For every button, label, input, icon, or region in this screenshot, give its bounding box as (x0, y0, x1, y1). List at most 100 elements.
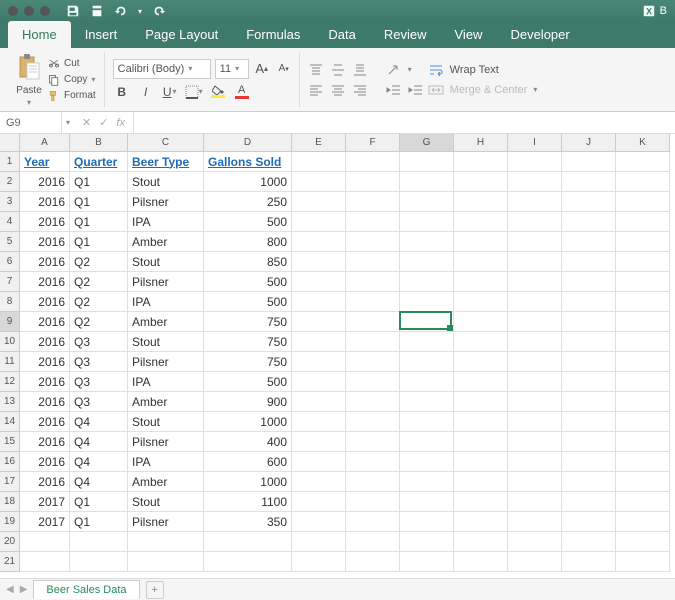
cell[interactable] (616, 272, 670, 292)
cell[interactable] (292, 232, 346, 252)
cell[interactable] (346, 552, 400, 572)
cell[interactable] (292, 492, 346, 512)
cell[interactable] (346, 492, 400, 512)
cell[interactable] (562, 452, 616, 472)
column-header[interactable]: I (508, 134, 562, 152)
cell[interactable] (292, 432, 346, 452)
cell[interactable] (292, 312, 346, 332)
fill-color-button[interactable] (209, 83, 227, 101)
cell[interactable] (616, 352, 670, 372)
name-box-dropdown[interactable]: ▾ (62, 118, 74, 127)
cell[interactable]: Q4 (70, 452, 128, 472)
cell[interactable] (400, 332, 454, 352)
align-center-icon[interactable] (330, 83, 346, 97)
cell[interactable]: Pilsner (128, 192, 204, 212)
cell[interactable] (346, 392, 400, 412)
cell[interactable] (292, 372, 346, 392)
decrease-indent-icon[interactable] (386, 83, 402, 97)
cell[interactable] (400, 372, 454, 392)
italic-button[interactable]: I (137, 83, 155, 101)
cell[interactable]: 2016 (20, 472, 70, 492)
cell[interactable]: 2016 (20, 412, 70, 432)
cell[interactable] (454, 392, 508, 412)
cell[interactable] (616, 252, 670, 272)
cell[interactable] (508, 412, 562, 432)
cell[interactable] (400, 192, 454, 212)
row-header[interactable]: 13 (0, 392, 20, 412)
underline-button[interactable]: U▾ (161, 83, 179, 101)
ribbon-tab-review[interactable]: Review (370, 21, 441, 48)
cut-button[interactable]: Cut (46, 57, 98, 71)
cell[interactable]: Q3 (70, 392, 128, 412)
cell[interactable]: Q3 (70, 372, 128, 392)
cell[interactable] (508, 292, 562, 312)
cell[interactable]: 2016 (20, 432, 70, 452)
merge-center-button[interactable]: Merge & Center ▾ (428, 83, 538, 97)
cell[interactable] (454, 412, 508, 432)
cell[interactable] (292, 532, 346, 552)
cell[interactable]: IPA (128, 212, 204, 232)
sheet-tab-active[interactable]: Beer Sales Data (33, 580, 139, 599)
cell[interactable] (508, 312, 562, 332)
cell[interactable] (454, 332, 508, 352)
cell[interactable] (454, 312, 508, 332)
row-header[interactable]: 3 (0, 192, 20, 212)
cell[interactable] (454, 512, 508, 532)
cell[interactable]: 2016 (20, 292, 70, 312)
cell[interactable] (346, 452, 400, 472)
cell[interactable] (454, 452, 508, 472)
cell[interactable]: Amber (128, 232, 204, 252)
cell[interactable] (292, 272, 346, 292)
column-header[interactable]: E (292, 134, 346, 152)
cell[interactable]: Q3 (70, 352, 128, 372)
cell[interactable]: Q3 (70, 332, 128, 352)
cancel-formula-icon[interactable]: ✕ (82, 116, 91, 129)
column-header[interactable]: A (20, 134, 70, 152)
cell[interactable] (346, 152, 400, 172)
column-header[interactable]: G (400, 134, 454, 152)
cell[interactable] (346, 272, 400, 292)
accept-formula-icon[interactable]: ✓ (99, 116, 108, 129)
cell[interactable] (128, 552, 204, 572)
cell[interactable] (346, 532, 400, 552)
cell[interactable] (346, 172, 400, 192)
cell[interactable] (292, 292, 346, 312)
cell[interactable]: Stout (128, 172, 204, 192)
row-header[interactable]: 17 (0, 472, 20, 492)
cell[interactable]: 2016 (20, 372, 70, 392)
zoom-window[interactable] (40, 6, 50, 16)
cell[interactable] (508, 352, 562, 372)
cell[interactable]: Q2 (70, 252, 128, 272)
cell[interactable] (400, 212, 454, 232)
cell[interactable] (70, 532, 128, 552)
row-header[interactable]: 15 (0, 432, 20, 452)
cell[interactable]: 250 (204, 192, 292, 212)
cell[interactable] (400, 392, 454, 412)
row-header[interactable]: 6 (0, 252, 20, 272)
row-header[interactable]: 7 (0, 272, 20, 292)
column-header[interactable]: J (562, 134, 616, 152)
cell[interactable] (346, 312, 400, 332)
name-box[interactable]: G9 (0, 112, 62, 133)
cell[interactable] (508, 472, 562, 492)
cell[interactable]: 850 (204, 252, 292, 272)
cell[interactable] (400, 472, 454, 492)
cell[interactable] (400, 272, 454, 292)
font-size-dropdown[interactable]: 11▾ (215, 59, 249, 79)
cell[interactable]: 2016 (20, 172, 70, 192)
save-alt-icon[interactable] (90, 4, 104, 18)
font-color-button[interactable]: A (233, 83, 251, 101)
cell[interactable] (562, 532, 616, 552)
redo-icon[interactable] (152, 4, 166, 18)
cell[interactable]: 2017 (20, 512, 70, 532)
cell[interactable]: Q2 (70, 272, 128, 292)
cell[interactable] (346, 332, 400, 352)
cell[interactable]: 1000 (204, 412, 292, 432)
align-middle-icon[interactable] (330, 63, 346, 77)
cell[interactable] (292, 452, 346, 472)
cell[interactable]: 500 (204, 272, 292, 292)
ribbon-tab-insert[interactable]: Insert (71, 21, 132, 48)
cell[interactable] (292, 552, 346, 572)
cell[interactable] (400, 292, 454, 312)
close-window[interactable] (8, 6, 18, 16)
